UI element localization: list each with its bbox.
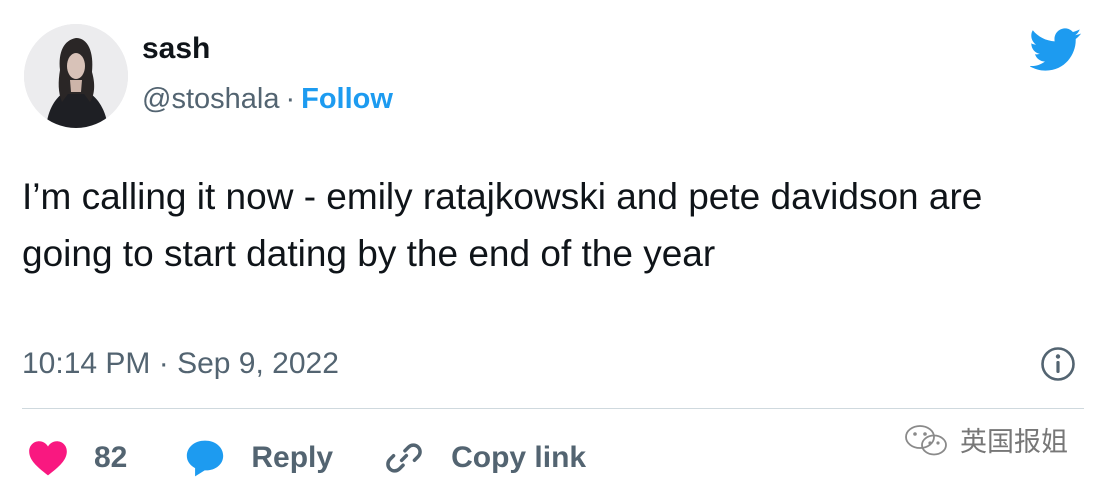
copy-link-button[interactable]: Copy link	[385, 438, 586, 478]
watermark-text: 英国报姐	[960, 427, 1068, 458]
divider	[22, 408, 1084, 409]
info-icon[interactable]	[1040, 346, 1076, 382]
author-info: sash @stoshala · Follow	[142, 30, 393, 116]
user-handle[interactable]: @stoshala	[142, 83, 279, 115]
like-button[interactable]: 82	[28, 438, 127, 478]
copy-link-label: Copy link	[451, 441, 587, 474]
heart-icon	[29, 441, 67, 476]
link-icon	[386, 443, 422, 473]
tweet-card: sash @stoshala · Follow I’m calling it now…	[0, 0, 1106, 486]
follow-button[interactable]: Follow	[301, 83, 393, 115]
twitter-bird-icon[interactable]	[1030, 28, 1082, 72]
handle-separator: ·	[285, 83, 296, 115]
tweet-timestamp[interactable]: 10:14 PM · Sep 9, 2022	[22, 346, 339, 382]
display-name[interactable]: sash	[142, 30, 393, 68]
handle-row: @stoshala · Follow	[142, 82, 393, 116]
watermark: 英国报姐	[900, 420, 1068, 459]
reply-label: Reply	[251, 441, 334, 474]
reply-button[interactable]: Reply	[185, 438, 333, 478]
like-count: 82	[94, 441, 128, 474]
speech-bubble-icon	[187, 440, 224, 477]
action-bar: 82 Reply Copy link	[28, 436, 586, 480]
avatar-photo	[24, 24, 128, 128]
tweet-text: I’m calling it now - emily ratajkowski a…	[22, 176, 983, 274]
avatar[interactable]	[24, 24, 128, 128]
wechat-icon	[905, 424, 947, 455]
